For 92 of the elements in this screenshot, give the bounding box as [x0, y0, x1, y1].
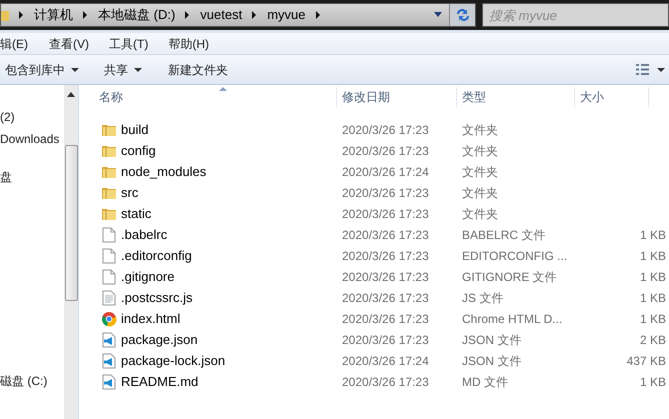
file-type: Chrome HTML D... [462, 312, 562, 326]
file-size: 1 KB [640, 312, 666, 326]
file-type: 文件夹 [462, 144, 498, 158]
code-file-icon [101, 332, 117, 348]
text-file-icon [101, 290, 117, 306]
chevron-icon[interactable] [252, 11, 258, 19]
file-type: JSON 文件 [462, 354, 522, 368]
toolbar-button[interactable]: 共享 [91, 60, 155, 78]
file-name[interactable]: .babelrc [121, 224, 168, 244]
file-type: 文件夹 [462, 122, 498, 136]
menu-item[interactable]: 工具(T) [102, 34, 156, 52]
column-header[interactable]: 类型 [457, 87, 575, 107]
file-size: 2 KB [640, 332, 666, 346]
file-name[interactable]: README.md [121, 372, 198, 392]
column-header[interactable]: 名称 [79, 87, 337, 107]
breadcrumb-item[interactable]: myvue [267, 5, 306, 25]
modified-date: 2020/3/26 17:23 [342, 290, 429, 304]
file-name[interactable]: .postcssrc.js [121, 288, 193, 308]
dropdown-icon[interactable] [433, 12, 443, 18]
file-size: 1 KB [640, 290, 666, 304]
modified-date: 2020/3/26 17:23 [342, 332, 429, 346]
search-field[interactable]: 搜索 myvue [482, 3, 669, 27]
modified-date: 2020/3/26 17:23 [342, 312, 429, 326]
file-icon [101, 226, 117, 242]
refresh-button[interactable] [449, 4, 475, 26]
address-bar[interactable]: 计算机 本地磁盘 (D:) vuetest myvue [0, 3, 476, 27]
code-file-icon [101, 352, 117, 368]
file-size: 1 KB [640, 270, 666, 284]
file-name[interactable]: config [121, 140, 156, 160]
modified-date: 2020/3/26 17:23 [342, 228, 429, 242]
menu-item[interactable]: 查看(V) [42, 34, 96, 52]
file-type: JS 文件 [462, 290, 504, 304]
modified-date: 2020/3/26 17:23 [342, 144, 429, 158]
scrollbar-thumb[interactable] [64, 145, 78, 301]
nav-item[interactable]: (2) [0, 110, 64, 124]
chevron-icon[interactable] [83, 11, 88, 19]
scroll-up-icon[interactable] [67, 92, 75, 97]
chrome-icon [101, 310, 117, 326]
file-name[interactable]: node_modules [121, 162, 206, 182]
chevron-icon[interactable] [316, 11, 320, 19]
breadcrumb-item[interactable]: 本地磁盘 (D:) [98, 5, 176, 25]
file-name[interactable]: static [121, 204, 152, 224]
dropdown-icon [71, 68, 79, 72]
menu-item[interactable]: 辑(E) [0, 34, 42, 52]
sort-arrow-icon [219, 87, 227, 91]
modified-date: 2020/3/26 17:23 [342, 186, 429, 200]
column-header[interactable]: 大小 [575, 87, 649, 107]
modified-date: 2020/3/26 17:23 [342, 248, 429, 262]
file-icon [101, 248, 117, 264]
toolbar-button[interactable]: 新建文件夹 [155, 60, 241, 78]
file-type: 文件夹 [462, 164, 498, 178]
code-file-icon [101, 374, 117, 390]
file-type: EDITORCONFIG ... [462, 248, 568, 262]
file-size: 437 KB [626, 354, 666, 368]
breadcrumb-item[interactable]: vuetest [200, 5, 242, 25]
file-size: 1 KB [640, 248, 666, 262]
modified-date: 2020/3/26 17:24 [342, 354, 429, 368]
file-size: 1 KB [640, 374, 666, 388]
modified-date: 2020/3/26 17:23 [342, 270, 429, 284]
breadcrumb-item[interactable]: 计算机 [34, 5, 73, 25]
file-name[interactable]: package.json [121, 330, 198, 350]
dropdown-icon [134, 68, 142, 72]
file-size: 1 KB [640, 228, 666, 242]
menu-item[interactable]: 帮助(H) [161, 34, 216, 52]
nav-item[interactable]: 磁盘 (C:) [0, 374, 64, 388]
chevron-icon[interactable] [19, 11, 24, 19]
file-name[interactable]: build [121, 120, 148, 140]
file-type: BABELRC 文件 [462, 228, 546, 242]
modified-date: 2020/3/26 17:23 [342, 122, 429, 136]
refresh-icon [454, 8, 470, 22]
chevron-icon[interactable] [185, 11, 190, 19]
modified-date: 2020/3/26 17:24 [342, 164, 429, 178]
view-options-icon[interactable] [636, 64, 649, 75]
file-type: GITIGNORE 文件 [462, 270, 557, 284]
column-header[interactable]: 修改日期 [337, 87, 457, 107]
file-name[interactable]: package-lock.json [121, 350, 226, 370]
file-icon [101, 268, 117, 284]
file-name[interactable]: .gitignore [121, 266, 174, 286]
file-name[interactable]: .editorconfig [121, 246, 192, 266]
dropdown-icon[interactable] [657, 68, 665, 72]
modified-date: 2020/3/26 17:23 [342, 374, 429, 388]
file-type: MD 文件 [462, 374, 508, 388]
file-type: 文件夹 [462, 206, 498, 220]
file-name[interactable]: src [121, 182, 138, 202]
file-type: JSON 文件 [462, 332, 522, 346]
nav-item[interactable]: Downloads [0, 132, 64, 146]
toolbar-button[interactable]: 包含到库中 [0, 60, 91, 78]
modified-date: 2020/3/26 17:23 [342, 206, 429, 220]
nav-item[interactable]: 盘 [0, 170, 64, 184]
folder-icon [1, 8, 9, 22]
file-type: 文件夹 [462, 186, 498, 200]
file-name[interactable]: index.html [121, 308, 180, 328]
